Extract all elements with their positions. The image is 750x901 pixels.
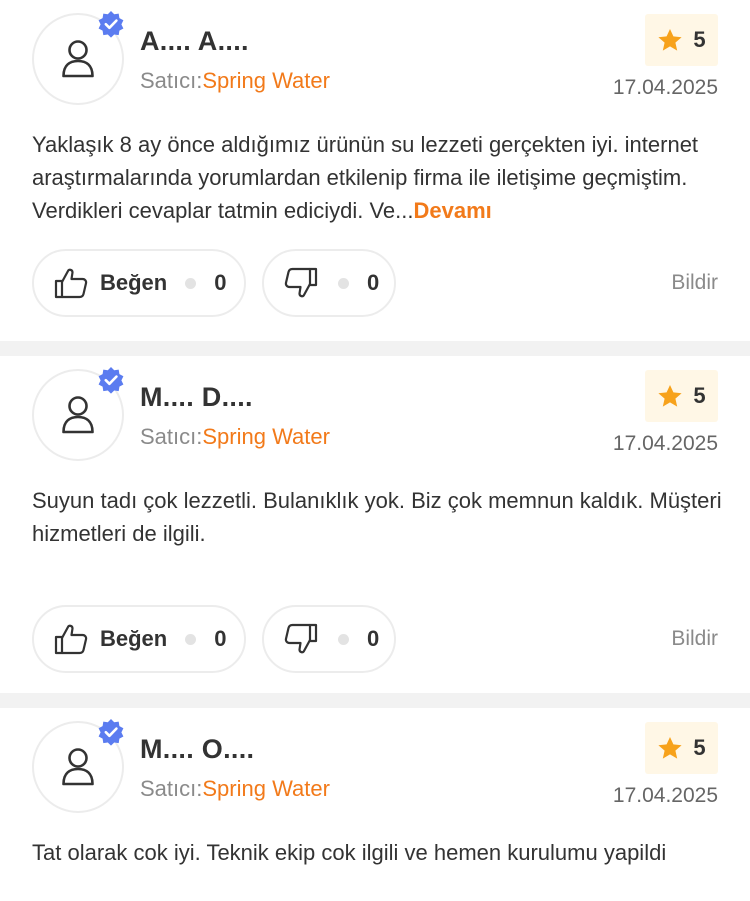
divider <box>0 693 750 708</box>
like-count: 0 <box>214 626 227 651</box>
dislike-button[interactable]: 0 <box>262 249 396 317</box>
seller-info: Satıcı:Spring Water <box>140 776 330 802</box>
rating-badge: 5 <box>645 370 718 422</box>
seller-name-link[interactable]: Spring Water <box>202 68 330 93</box>
dislike-count: 0 <box>367 626 380 651</box>
thumbs-up-icon <box>54 267 88 299</box>
like-button[interactable]: Beğen 0 <box>32 605 246 673</box>
seller-name-link[interactable]: Spring Water <box>202 424 330 449</box>
rating-badge: 5 <box>645 722 718 774</box>
verified-badge-icon <box>97 366 125 394</box>
seller-info: Satıcı:Spring Water <box>140 424 330 450</box>
review-body: Tat olarak cok iyi. Teknik ekip cok ilgi… <box>32 840 667 865</box>
star-icon <box>657 384 683 409</box>
user-icon <box>61 39 95 79</box>
review-date: 17.04.2025 <box>612 784 718 807</box>
star-icon <box>657 736 683 761</box>
separator-dot <box>185 277 197 289</box>
review-date: 17.04.2025 <box>612 76 718 99</box>
user-icon <box>61 747 95 787</box>
seller-prefix: Satıcı: <box>140 424 203 449</box>
seller-info: Satıcı:Spring Water <box>140 68 330 94</box>
separator-dot <box>185 633 197 645</box>
verified-badge-icon <box>97 718 125 746</box>
like-count: 0 <box>214 270 227 295</box>
review-text: Tat olarak cok iyi. Teknik ekip cok ilgi… <box>32 836 722 869</box>
review-body: Suyun tadı çok lezzetli. Bulanıklık yok.… <box>32 488 722 546</box>
separator-dot <box>338 633 349 645</box>
review-body: Yaklaşık 8 ay önce aldığımız ürünün su l… <box>32 132 699 223</box>
read-more-link[interactable]: Devamı <box>414 198 492 223</box>
like-label: Beğen <box>100 626 168 651</box>
dislike-button[interactable]: 0 <box>262 605 396 673</box>
like-label: Beğen <box>100 270 168 295</box>
verified-badge-icon <box>97 10 125 38</box>
star-icon <box>657 28 683 53</box>
seller-prefix: Satıcı: <box>140 776 203 801</box>
rating-value: 5 <box>693 735 706 760</box>
user-icon <box>61 395 95 435</box>
review-text: Suyun tadı çok lezzetli. Bulanıklık yok.… <box>32 484 722 550</box>
reviewer-name: A.... A.... <box>140 26 249 56</box>
divider <box>0 341 750 356</box>
review-card: M.... D.... Satıcı:Spring Water 5 17.04.… <box>0 356 750 693</box>
seller-prefix: Satıcı: <box>140 68 203 93</box>
rating-badge: 5 <box>645 14 718 66</box>
review-date: 17.04.2025 <box>612 432 718 455</box>
rating-value: 5 <box>693 383 706 408</box>
rating-value: 5 <box>693 27 706 52</box>
reviewer-name: M.... D.... <box>140 382 253 412</box>
thumbs-up-icon <box>54 623 88 655</box>
review-text: Yaklaşık 8 ay önce aldığımız ürünün su l… <box>32 128 722 227</box>
review-card: M.... O.... Satıcı:Spring Water 5 17.04.… <box>0 708 750 901</box>
separator-dot <box>338 277 349 289</box>
reviewer-name: M.... O.... <box>140 734 255 764</box>
report-link[interactable]: Bildir <box>671 627 718 651</box>
seller-name-link[interactable]: Spring Water <box>202 776 330 801</box>
thumbs-down-icon <box>284 623 318 655</box>
report-link[interactable]: Bildir <box>671 271 718 295</box>
thumbs-down-icon <box>284 267 318 299</box>
review-card: A.... A.... Satıcı:Spring Water 5 17.04.… <box>0 0 750 341</box>
dislike-count: 0 <box>367 270 380 295</box>
like-button[interactable]: Beğen 0 <box>32 249 246 317</box>
